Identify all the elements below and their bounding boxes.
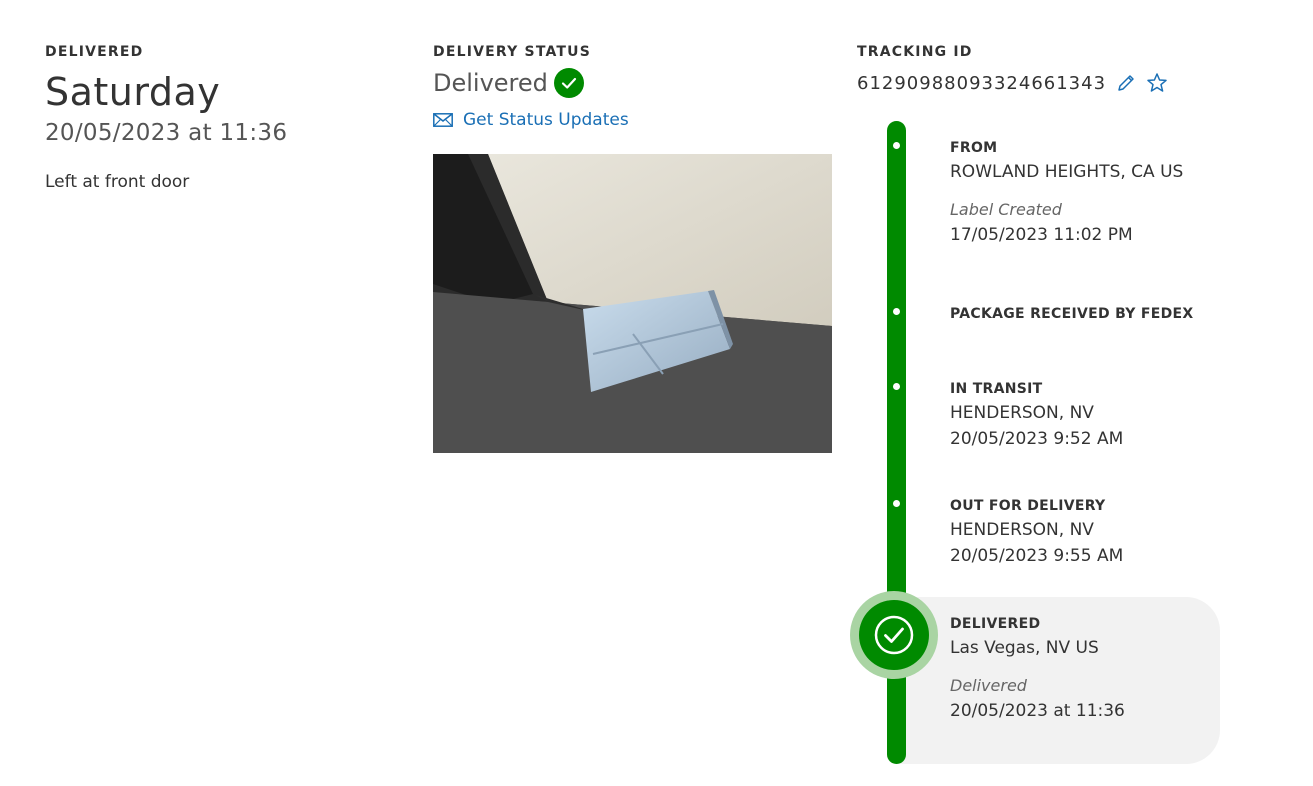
step-title: IN TRANSIT: [950, 381, 1043, 397]
delivery-day: Saturday: [45, 70, 221, 114]
step-location: Las Vegas, NV US: [950, 638, 1099, 658]
status-row: Delivered: [433, 68, 833, 98]
tracking-row: 612909880933246613​43: [857, 72, 1297, 94]
delivery-photo: [433, 154, 832, 453]
timeline-step-received: PACKAGE RECEIVED BY FEDEX: [950, 306, 1194, 322]
step-title: FROM: [950, 140, 998, 156]
step-location: HENDERSON, NV: [950, 520, 1094, 540]
delivered-label: DELIVERED: [45, 44, 144, 60]
step-date: 17/05/2023 11:02 PM: [950, 225, 1133, 245]
step-date: 20/05/2023 9:55 AM: [950, 546, 1124, 566]
timeline-step-delivered: DELIVERED Las Vegas, NV US Delivered 20/…: [950, 616, 1125, 721]
step-location: HENDERSON, NV: [950, 403, 1094, 423]
tracking-id-label: TRACKING ID: [857, 44, 973, 60]
timeline-dot: [893, 142, 900, 149]
step-date: 20/05/2023 9:52 AM: [950, 429, 1124, 449]
delivery-summary: DELIVERED Saturday 20/05/2023 at 11:36 L…: [45, 44, 385, 192]
timeline-dot: [893, 308, 900, 315]
check-icon: [553, 68, 584, 98]
tracking-id-value: 612909880933246613​43: [857, 72, 1107, 94]
step-location: ROWLAND HEIGHTS, CA US: [950, 162, 1184, 182]
step-event: Delivered: [950, 676, 1027, 695]
pencil-icon[interactable]: [1116, 73, 1136, 93]
timeline-step-from: FROM ROWLAND HEIGHTS, CA US Label Create…: [950, 140, 1183, 245]
check-icon: [859, 600, 929, 670]
step-title: OUT FOR DELIVERY: [950, 498, 1106, 514]
delivery-status-section: DELIVERY STATUS Delivered Get Status Upd…: [433, 44, 833, 453]
step-title: DELIVERED: [950, 616, 1041, 632]
delivery-status-label: DELIVERY STATUS: [433, 44, 592, 60]
get-status-updates-link[interactable]: Get Status Updates: [433, 110, 833, 130]
mail-icon: [433, 113, 453, 127]
delivery-datetime: 20/05/2023 at 11:36: [45, 120, 288, 146]
status-value: Delivered: [433, 69, 548, 97]
timeline-dot: [893, 500, 900, 507]
get-status-updates-label[interactable]: Get Status Updates: [463, 110, 629, 130]
star-icon[interactable]: [1146, 72, 1168, 94]
step-title: PACKAGE RECEIVED BY FEDEX: [950, 306, 1194, 322]
step-date: 20/05/2023 at 11:36: [950, 701, 1125, 721]
step-event: Label Created: [950, 200, 1062, 219]
timeline-dot: [893, 383, 900, 390]
timeline-step-out-for-delivery: OUT FOR DELIVERY HENDERSON, NV 20/05/202…: [950, 498, 1123, 566]
timeline-step-in-transit: IN TRANSIT HENDERSON, NV 20/05/2023 9:52…: [950, 381, 1123, 449]
delivery-note: Left at front door: [45, 172, 190, 192]
tracking-section: TRACKING ID 612909880933246613​43: [857, 44, 1297, 94]
